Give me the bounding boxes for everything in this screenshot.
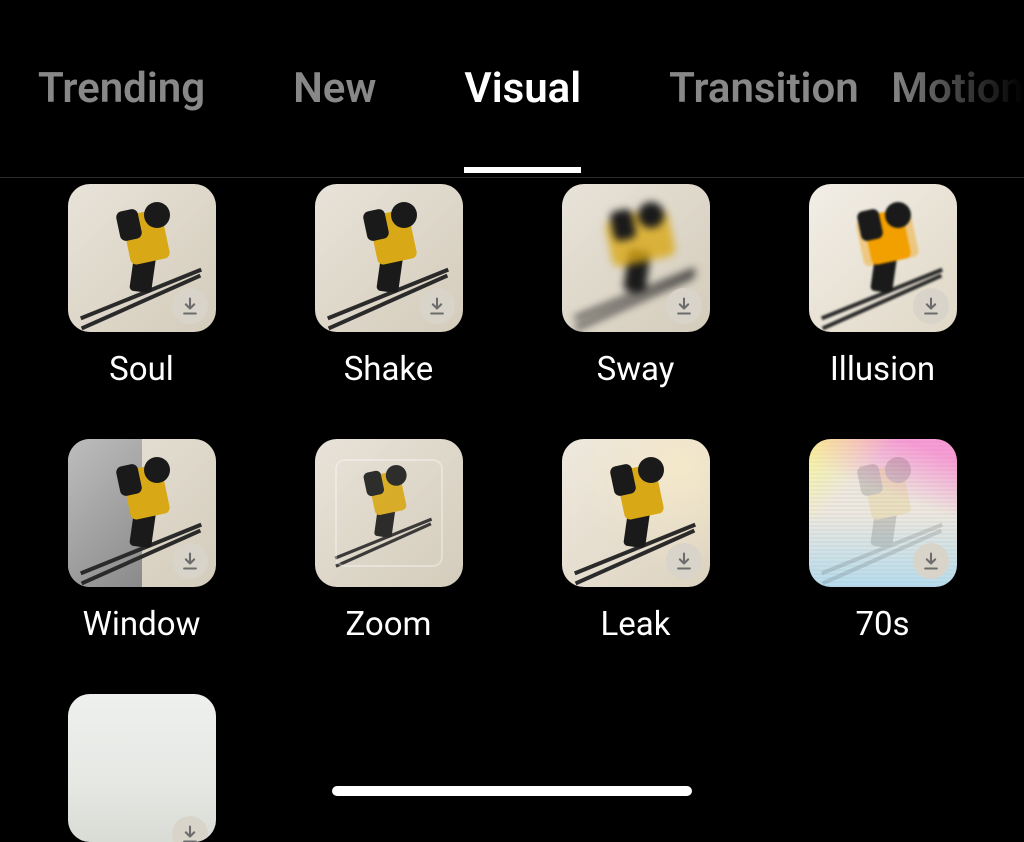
effect-label: Sway <box>597 350 675 389</box>
effect-label: 70s <box>855 605 909 644</box>
tab-transition[interactable]: Transition <box>669 4 859 173</box>
effect-thumbnail <box>315 439 463 587</box>
tab-new[interactable]: New <box>293 4 376 173</box>
effect-thumbnail <box>562 439 710 587</box>
effect-70s[interactable]: 70s <box>779 439 986 644</box>
effect-window[interactable]: Window <box>38 439 245 644</box>
effect-thumbnail <box>809 439 957 587</box>
download-icon[interactable] <box>666 543 702 579</box>
effect-label: Leak <box>601 605 671 644</box>
effect-label: Shake <box>344 350 434 389</box>
effects-grid: Soul Shake Sway <box>0 178 1024 842</box>
effect-label: Illusion <box>830 350 935 389</box>
effect-category-tabs: Trending New Visual Transition Motion <box>0 0 1024 178</box>
download-icon[interactable] <box>913 288 949 324</box>
tab-trending[interactable]: Trending <box>38 4 205 173</box>
effect-shake[interactable]: Shake <box>285 184 492 389</box>
tab-motion[interactable]: Motion <box>891 4 1024 173</box>
effect-zoom[interactable]: Zoom <box>285 439 492 644</box>
effect-soul[interactable]: Soul <box>38 184 245 389</box>
effect-thumbnail <box>315 184 463 332</box>
download-icon[interactable] <box>419 288 455 324</box>
effect-thumbnail <box>809 184 957 332</box>
effect-leak[interactable]: Leak <box>532 439 739 644</box>
effect-thumbnail <box>68 439 216 587</box>
download-icon[interactable] <box>666 288 702 324</box>
effect-label: Window <box>83 605 201 644</box>
download-icon[interactable] <box>913 543 949 579</box>
effect-label: Zoom <box>345 605 431 644</box>
effect-thumbnail <box>562 184 710 332</box>
download-icon[interactable] <box>172 288 208 324</box>
tab-visual[interactable]: Visual <box>464 4 581 173</box>
effect-illusion[interactable]: Illusion <box>779 184 986 389</box>
home-indicator[interactable] <box>332 786 692 796</box>
effect-thumbnail <box>68 184 216 332</box>
effect-label: Soul <box>109 350 174 389</box>
effect-sway[interactable]: Sway <box>532 184 739 389</box>
download-icon[interactable] <box>172 543 208 579</box>
